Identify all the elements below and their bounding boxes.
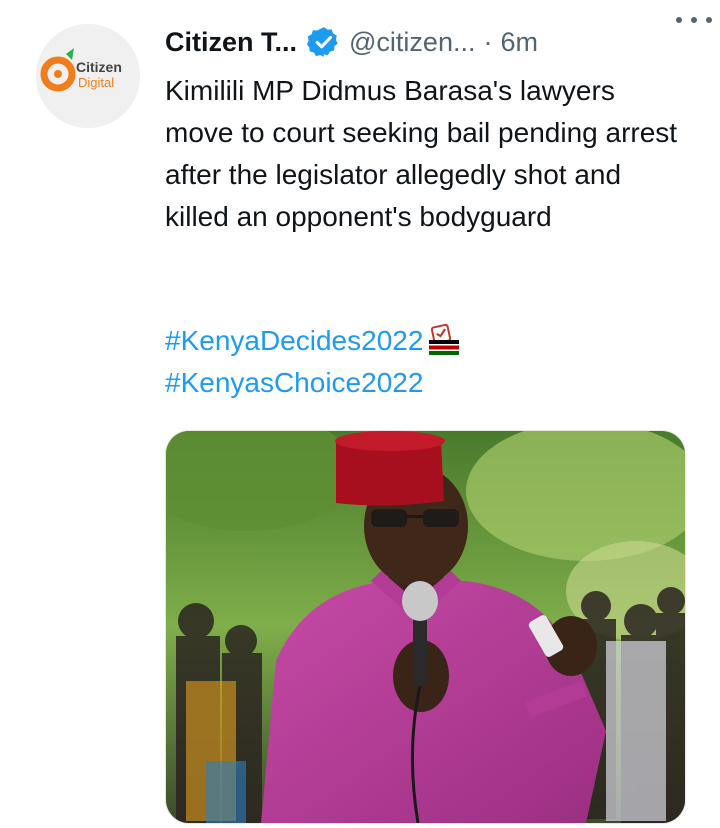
tweet-photo[interactable] <box>165 430 686 824</box>
svg-text:Citizen: Citizen <box>76 59 122 75</box>
citizen-digital-logo: Citizen Digital <box>36 24 140 128</box>
display-name[interactable]: Citizen T... <box>165 27 297 58</box>
hashtag-link[interactable]: #KenyaDecides2022 <box>165 320 685 362</box>
svg-text:Digital: Digital <box>78 75 114 90</box>
tweet-header: Citizen T... @citizen... · 6m <box>165 22 695 62</box>
user-handle[interactable]: @citizen... <box>349 27 475 58</box>
separator-dot: · <box>483 26 493 57</box>
timestamp[interactable]: 6m <box>500 27 538 58</box>
avatar[interactable]: Citizen Digital <box>36 24 140 128</box>
verified-badge-icon <box>307 25 341 59</box>
photo-man-speaking-into-microphone <box>166 431 685 823</box>
hashtag-list: #KenyaDecides2022 #KenyasChoice2022 <box>165 320 685 404</box>
tweet-text: Kimilili MP Didmus Barasa's lawyers move… <box>165 75 678 232</box>
hashtag-link[interactable]: #KenyasChoice2022 <box>165 362 685 404</box>
ballot-box-icon <box>427 323 461 356</box>
more-options-icon[interactable] <box>676 8 712 32</box>
tweet[interactable]: Citizen Digital Citizen T... @citizen...… <box>0 0 720 828</box>
